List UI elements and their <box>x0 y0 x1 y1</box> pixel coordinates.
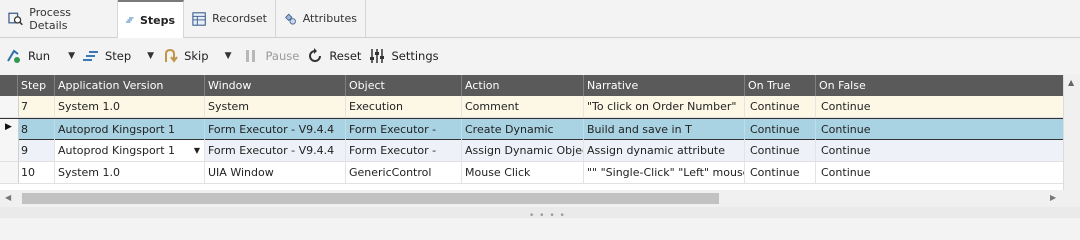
vertical-scrollbar[interactable]: ▲ <box>1063 75 1080 195</box>
tab-bar: Process Details Steps Recordset Attribut… <box>0 0 1080 38</box>
application-version-dropdown-value: Autoprod Kingsport 1 <box>58 144 176 157</box>
table-row-selected[interactable]: ▶ 8 Autoprod Kingsport 1 Form Executor -… <box>0 118 1063 140</box>
step-button[interactable]: Step ▼ <box>79 44 158 68</box>
cell-object[interactable]: GenericControl <box>346 162 462 183</box>
cell-object[interactable]: Form Executor - <box>346 119 462 140</box>
tab-process-details[interactable]: Process Details <box>0 0 118 37</box>
table-row[interactable]: 10 System 1.0 UIA Window GenericControl … <box>0 162 1063 184</box>
cell-action[interactable]: Mouse Click <box>462 162 584 183</box>
skip-icon <box>165 48 178 63</box>
cell-application-version[interactable]: System 1.0 <box>55 162 205 183</box>
row-indicator: ▶ <box>0 119 19 140</box>
run-icon <box>7 49 20 63</box>
reset-label: Reset <box>329 49 362 63</box>
tab-recordset[interactable]: Recordset <box>184 0 276 37</box>
row-indicator <box>0 162 19 183</box>
toolbar: Run ▼ Step ▼ Skip ▼ Pause Reset Settings <box>0 38 1080 74</box>
recordset-icon <box>192 11 206 26</box>
current-row-arrow-icon: ▶ <box>5 122 12 132</box>
cell-window[interactable]: System <box>205 96 346 117</box>
pause-label: Pause <box>265 49 300 63</box>
column-header-narrative[interactable]: Narrative <box>584 75 745 96</box>
cell-action[interactable]: Comment <box>462 96 584 117</box>
cell-step[interactable]: 8 <box>18 119 55 140</box>
column-header-step[interactable]: Step <box>18 75 55 96</box>
step-dropdown-icon[interactable]: ▼ <box>147 51 154 61</box>
skip-dropdown-icon[interactable]: ▼ <box>225 51 232 61</box>
splitter-grip-icon[interactable]: • • • • <box>529 211 566 221</box>
header-indicator <box>0 75 18 96</box>
column-header-on-true[interactable]: On True <box>745 75 816 96</box>
cell-narrative[interactable]: "To click on Order Number" <box>584 96 745 117</box>
cell-narrative[interactable]: Assign dynamic attribute <box>584 140 745 161</box>
run-dropdown-icon[interactable]: ▼ <box>68 51 75 61</box>
cell-step[interactable]: 7 <box>18 96 55 117</box>
cell-on-false[interactable]: Continue <box>816 140 1063 161</box>
run-button[interactable]: Run ▼ <box>2 44 79 68</box>
column-header-application-version[interactable]: Application Version <box>55 75 205 96</box>
tab-recordset-label: Recordset <box>212 12 267 25</box>
application-version-dropdown[interactable]: Autoprod Kingsport 1 ▼ <box>55 140 205 161</box>
process-details-icon <box>8 12 23 25</box>
cell-step[interactable]: 10 <box>18 162 55 183</box>
run-label: Run <box>28 49 51 63</box>
settings-sliders-icon <box>370 49 385 63</box>
settings-label: Settings <box>391 49 439 63</box>
cell-narrative[interactable]: Build and save in T <box>584 119 745 140</box>
pause-button[interactable]: Pause <box>239 44 303 68</box>
reset-icon <box>309 48 322 62</box>
step-icon <box>82 51 98 61</box>
steps-grid: Step Application Version Window Object A… <box>0 75 1080 215</box>
skip-button[interactable]: Skip ▼ <box>158 44 235 68</box>
cell-application-version[interactable]: System 1.0 <box>55 96 205 117</box>
cell-action[interactable]: Create Dynamic <box>462 119 584 140</box>
settings-button[interactable]: Settings <box>365 44 442 68</box>
tab-steps[interactable]: Steps <box>118 0 184 38</box>
panel-splitter[interactable]: • • • • <box>0 207 1080 221</box>
cell-object[interactable]: Execution <box>346 96 462 117</box>
skip-label: Skip <box>184 49 209 63</box>
reset-button[interactable]: Reset <box>303 44 365 68</box>
column-header-window[interactable]: Window <box>205 75 346 96</box>
chevron-down-icon[interactable]: ▼ <box>194 140 200 161</box>
cell-object[interactable]: Form Executor - <box>346 140 462 161</box>
tab-attributes[interactable]: Attributes <box>276 0 366 37</box>
cell-window[interactable]: Form Executor - V9.4.4 <box>205 140 346 161</box>
cell-step[interactable]: 9 <box>18 140 55 161</box>
row-indicator <box>0 140 19 161</box>
step-label: Step <box>104 49 132 63</box>
table-row[interactable]: 9 Autoprod Kingsport 1 ▼ Form Executor -… <box>0 140 1063 162</box>
cell-on-false[interactable]: Continue <box>816 162 1063 183</box>
pause-icon <box>246 50 256 62</box>
cell-on-true[interactable]: Continue <box>745 162 816 183</box>
tab-attributes-label: Attributes <box>302 12 357 25</box>
scroll-left-icon[interactable]: ◀ <box>5 193 11 202</box>
tab-process-details-label: Process Details <box>29 5 72 32</box>
cell-on-false[interactable]: Continue <box>816 96 1063 117</box>
steps-icon <box>126 17 134 23</box>
cell-narrative[interactable]: "" "Single-Click" "Left" mouse <box>584 162 745 183</box>
column-header-on-false[interactable]: On False <box>816 75 1063 96</box>
scroll-right-icon[interactable]: ▶ <box>1050 193 1056 202</box>
column-header-object[interactable]: Object <box>346 75 462 96</box>
tab-steps-label: Steps <box>139 13 175 27</box>
table-row[interactable]: 7 System 1.0 System Execution Comment "T… <box>0 96 1063 118</box>
scroll-up-icon[interactable]: ▲ <box>1068 78 1074 87</box>
grid-header: Step Application Version Window Object A… <box>0 75 1063 96</box>
horizontal-scrollbar-thumb[interactable] <box>22 193 719 204</box>
horizontal-scrollbar[interactable]: ◀ ▶ <box>0 190 1080 207</box>
cell-on-false[interactable]: Continue <box>816 119 1063 140</box>
cell-application-version[interactable]: Autoprod Kingsport 1 <box>55 119 205 140</box>
cell-on-true[interactable]: Continue <box>745 119 816 140</box>
cell-action[interactable]: Assign Dynamic Object <box>462 140 584 161</box>
column-header-action[interactable]: Action <box>462 75 584 96</box>
cell-on-true[interactable]: Continue <box>745 96 816 117</box>
row-indicator <box>0 96 19 117</box>
cell-window[interactable]: Form Executor - V9.4.4 <box>205 119 346 140</box>
cell-on-true[interactable]: Continue <box>745 140 816 161</box>
cell-window[interactable]: UIA Window <box>205 162 346 183</box>
attributes-icon <box>285 13 296 25</box>
